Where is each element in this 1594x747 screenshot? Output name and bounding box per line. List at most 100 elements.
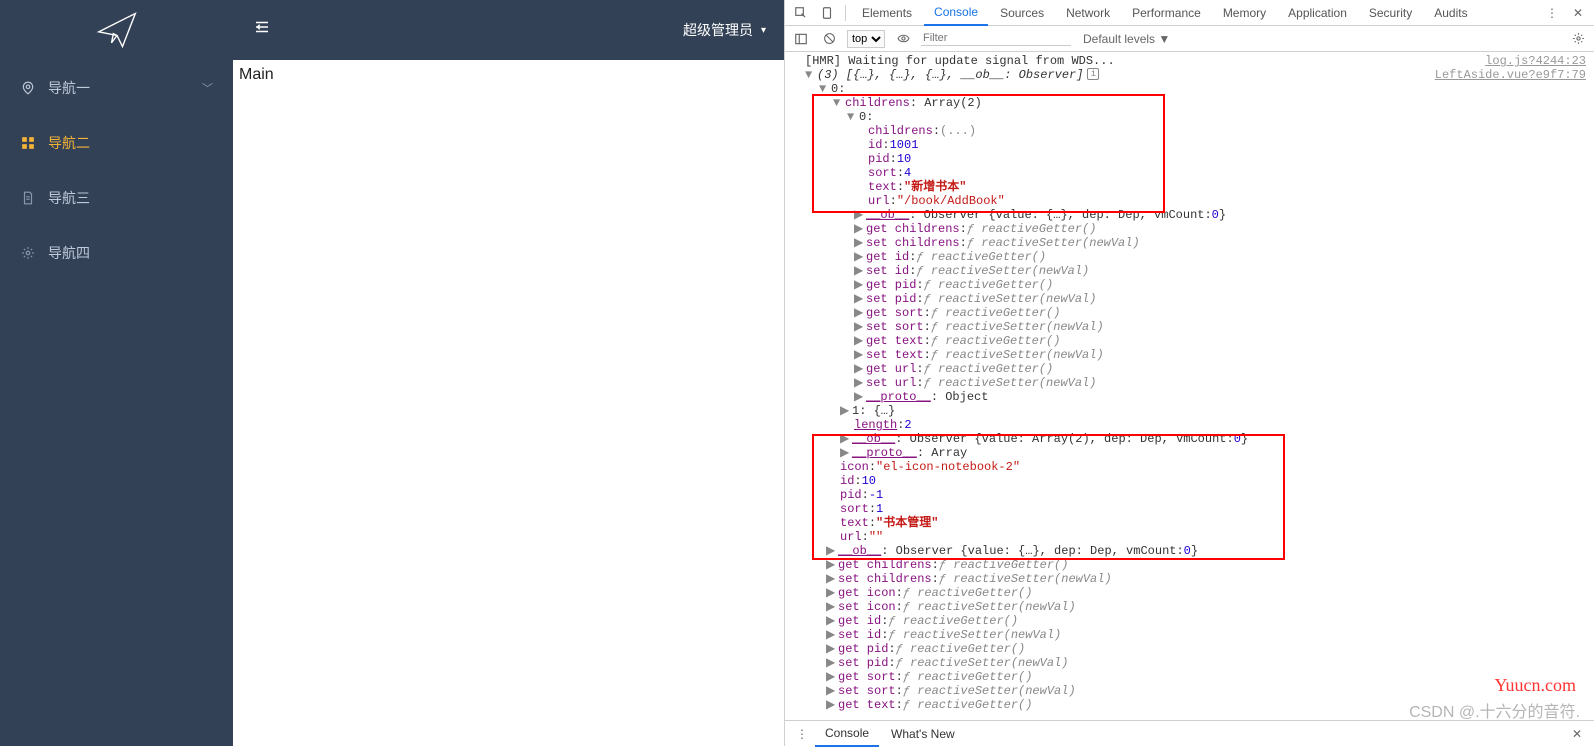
devtools-tab-console[interactable]: Console bbox=[924, 0, 988, 26]
sidebar-item-nav3[interactable]: 导航三 bbox=[0, 170, 233, 225]
console-settings-icon[interactable] bbox=[1568, 29, 1588, 49]
expand-icon[interactable]: ▶ bbox=[854, 264, 864, 278]
console-line: ▶get pid: ƒ reactiveGetter() bbox=[785, 278, 1594, 292]
devtools-tab-network[interactable]: Network bbox=[1056, 0, 1120, 26]
console-line: childrens: (...) bbox=[785, 124, 1594, 138]
expand-icon[interactable]: ▼ bbox=[819, 82, 829, 96]
expand-icon[interactable]: ▶ bbox=[826, 614, 836, 628]
sidebar-item-nav1[interactable]: 导航一 ﹀ bbox=[0, 60, 233, 115]
user-menu[interactable]: 超级管理员 ▾ bbox=[683, 20, 766, 40]
expand-icon[interactable]: ▼ bbox=[833, 96, 843, 110]
console-toolbar: top Default levels ▼ bbox=[785, 26, 1594, 52]
expand-icon[interactable]: ▶ bbox=[854, 376, 864, 390]
console-line: length: 2 bbox=[785, 418, 1594, 432]
devtools-close-icon[interactable]: ✕ bbox=[1566, 1, 1590, 25]
document-icon bbox=[20, 190, 36, 206]
sidebar-item-label: 导航一 bbox=[48, 78, 90, 98]
info-icon[interactable]: i bbox=[1087, 68, 1099, 80]
console-line: ▶1: {…} bbox=[785, 404, 1594, 418]
expand-icon[interactable]: ▶ bbox=[826, 642, 836, 656]
clear-console-icon[interactable] bbox=[819, 29, 839, 49]
expand-icon[interactable]: ▶ bbox=[854, 292, 864, 306]
sidebar-item-nav4[interactable]: 导航四 bbox=[0, 225, 233, 280]
expand-icon[interactable]: ▶ bbox=[840, 432, 850, 446]
expand-icon[interactable]: ▶ bbox=[854, 278, 864, 292]
expand-icon[interactable]: ▶ bbox=[854, 208, 864, 222]
sidebar-item-label: 导航三 bbox=[48, 188, 90, 208]
console-line: ▶get text: ƒ reactiveGetter() bbox=[785, 698, 1594, 712]
expand-icon[interactable]: ▶ bbox=[854, 390, 864, 404]
expand-icon[interactable]: ▶ bbox=[840, 404, 850, 418]
devtools-tab-sources[interactable]: Sources bbox=[990, 0, 1054, 26]
console-line: url: "/book/AddBook" bbox=[785, 194, 1594, 208]
source-link[interactable]: log.js?4244:23 bbox=[1485, 54, 1586, 68]
expand-icon[interactable]: ▶ bbox=[854, 334, 864, 348]
expand-icon[interactable]: ▶ bbox=[826, 572, 836, 586]
devtools-tab-application[interactable]: Application bbox=[1278, 0, 1357, 26]
console-line: ▶set pid: ƒ reactiveSetter(newVal) bbox=[785, 656, 1594, 670]
console-line: ▶get text: ƒ reactiveGetter() bbox=[785, 334, 1594, 348]
expand-icon[interactable]: ▶ bbox=[854, 250, 864, 264]
expand-icon[interactable]: ▶ bbox=[854, 362, 864, 376]
expand-icon[interactable]: ▶ bbox=[826, 628, 836, 642]
expand-icon[interactable]: ▶ bbox=[854, 222, 864, 236]
sidebar: 导航一 ﹀ 导航二 导航三 导航四 bbox=[0, 0, 233, 746]
live-expression-icon[interactable] bbox=[893, 29, 913, 49]
console-line: ▼0: bbox=[785, 110, 1594, 124]
devtools-tab-elements[interactable]: Elements bbox=[852, 0, 922, 26]
expand-icon[interactable]: ▼ bbox=[805, 68, 815, 82]
drawer-more-icon[interactable]: ⋮ bbox=[791, 727, 813, 741]
devtools-tab-performance[interactable]: Performance bbox=[1122, 0, 1211, 26]
drawer-tab-whatsnew[interactable]: What's New bbox=[881, 721, 965, 747]
expand-icon[interactable]: ▶ bbox=[826, 684, 836, 698]
collapse-sidebar-button[interactable] bbox=[251, 18, 273, 42]
expand-icon[interactable]: ▶ bbox=[826, 544, 836, 558]
console-line: ▶get sort: ƒ reactiveGetter() bbox=[785, 306, 1594, 320]
expand-icon[interactable]: ▶ bbox=[854, 348, 864, 362]
expand-icon[interactable]: ▶ bbox=[826, 586, 836, 600]
chevron-down-icon: ﹀ bbox=[202, 80, 213, 96]
expand-icon[interactable]: ▶ bbox=[840, 446, 850, 460]
expand-icon[interactable]: ▶ bbox=[826, 698, 836, 712]
expand-icon[interactable]: ▶ bbox=[854, 320, 864, 334]
expand-icon[interactable]: ▶ bbox=[826, 600, 836, 614]
sidebar-item-nav2[interactable]: 导航二 bbox=[0, 115, 233, 170]
console-line: pid: 10 bbox=[785, 152, 1594, 166]
sidebar-item-label: 导航四 bbox=[48, 243, 90, 263]
main-text: Main bbox=[239, 66, 274, 83]
device-toggle-icon[interactable] bbox=[815, 1, 839, 25]
expand-icon[interactable]: ▶ bbox=[854, 306, 864, 320]
console-line: ▶set text: ƒ reactiveSetter(newVal) bbox=[785, 348, 1594, 362]
console-line: ▶__proto__: Object bbox=[785, 390, 1594, 404]
console-line: ▶set url: ƒ reactiveSetter(newVal) bbox=[785, 376, 1594, 390]
filter-input[interactable] bbox=[921, 31, 1071, 46]
devtools-tab-audits[interactable]: Audits bbox=[1424, 0, 1477, 26]
devtools-more-icon[interactable]: ⋮ bbox=[1540, 1, 1564, 25]
console-line: ▶set sort: ƒ reactiveSetter(newVal) bbox=[785, 684, 1594, 698]
expand-icon[interactable]: ▶ bbox=[826, 656, 836, 670]
source-link[interactable]: LeftAside.vue?e9f7:79 bbox=[1435, 68, 1586, 82]
devtools-tab-security[interactable]: Security bbox=[1359, 0, 1422, 26]
sidebar-toggle-icon[interactable] bbox=[791, 29, 811, 49]
context-select[interactable]: top bbox=[847, 30, 885, 48]
expand-icon[interactable]: ▶ bbox=[854, 236, 864, 250]
expand-icon[interactable]: ▶ bbox=[826, 670, 836, 684]
console-line: ▶set pid: ƒ reactiveSetter(newVal) bbox=[785, 292, 1594, 306]
log-levels-select[interactable]: Default levels ▼ bbox=[1083, 32, 1170, 46]
app-right: 超级管理员 ▾ Main bbox=[233, 0, 784, 746]
inspect-element-icon[interactable] bbox=[789, 1, 813, 25]
console-line: text: "新增书本" bbox=[785, 180, 1594, 194]
location-icon bbox=[20, 80, 36, 96]
topbar: 超级管理员 ▾ bbox=[233, 0, 784, 60]
console-line: ▶get id: ƒ reactiveGetter() bbox=[785, 250, 1594, 264]
drawer-close-icon[interactable]: ✕ bbox=[1566, 727, 1588, 741]
devtools-panel: Elements Console Sources Network Perform… bbox=[784, 0, 1594, 746]
devtools-tab-memory[interactable]: Memory bbox=[1213, 0, 1276, 26]
paper-plane-icon bbox=[95, 8, 139, 52]
drawer-tab-console[interactable]: Console bbox=[815, 721, 879, 747]
console-output[interactable]: [HMR] Waiting for update signal from WDS… bbox=[785, 52, 1594, 720]
expand-icon[interactable]: ▼ bbox=[847, 110, 857, 124]
expand-icon[interactable]: ▶ bbox=[826, 558, 836, 572]
console-line: ▼childrens: Array(2) bbox=[785, 96, 1594, 110]
console-line: ▶get sort: ƒ reactiveGetter() bbox=[785, 670, 1594, 684]
